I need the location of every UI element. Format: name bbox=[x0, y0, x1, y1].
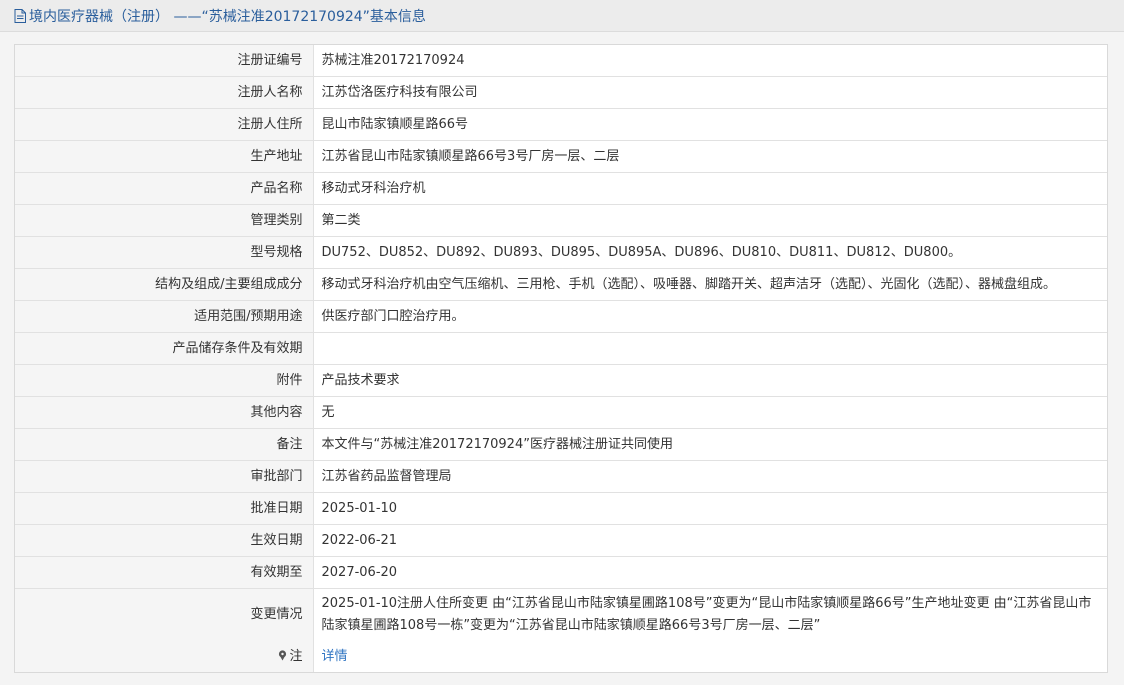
table-row-registrant-address: 注册人住所 昆山市陆家镇顺星路66号 bbox=[15, 108, 1107, 141]
info-table: 注册证编号 苏械注准20172170924 注册人名称 江苏岱洛医疗科技有限公司 注册人… bbox=[15, 45, 1107, 672]
table-row-composition: 结构及组成/主要组成成分 移动式牙科治疗机由空气压缩机、三用枪、手机（选配）、吸唾… bbox=[15, 268, 1107, 301]
details-link[interactable]: 详情 bbox=[322, 649, 348, 664]
field-label: 注册证编号 bbox=[15, 45, 314, 77]
table-row-attachment: 附件 产品技术要求 bbox=[15, 364, 1107, 397]
field-label: 审批部门 bbox=[15, 460, 314, 493]
field-value: 2025-01-10注册人住所变更 由“江苏省昆山市陆家镇星圃路108号”变更为… bbox=[321, 596, 1092, 633]
note-label-cell: 注 bbox=[15, 641, 314, 672]
table-row-approval-dept: 审批部门 江苏省药品监督管理局 bbox=[15, 460, 1107, 493]
field-value: 本文件与“苏械注准20172170924”医疗器械注册证共同使用 bbox=[313, 428, 1107, 461]
field-value bbox=[313, 332, 1107, 365]
field-label: 附件 bbox=[15, 364, 314, 397]
table-row-storage: 产品储存条件及有效期 bbox=[15, 332, 1107, 365]
document-icon bbox=[14, 8, 26, 23]
pin-icon bbox=[279, 649, 287, 660]
field-value: 2025-01-10 bbox=[313, 492, 1107, 525]
field-label: 其他内容 bbox=[15, 396, 314, 429]
note-value-cell: 详情 bbox=[313, 641, 1107, 672]
field-value: 供医疗部门口腔治疗用。 bbox=[313, 300, 1107, 333]
note-label: 注 bbox=[289, 648, 303, 664]
field-label: 型号规格 bbox=[15, 236, 314, 269]
table-row-models: 型号规格 DU752、DU852、DU892、DU893、DU895、DU895A… bbox=[15, 236, 1107, 269]
table-row-changes: 变更情况 2025-01-10注册人住所变更 由“江苏省昆山市陆家镇星圃路108号… bbox=[15, 588, 1107, 641]
field-value: 移动式牙科治疗机 bbox=[313, 172, 1107, 205]
field-value: 昆山市陆家镇顺星路66号 bbox=[313, 108, 1107, 141]
info-panel: 注册证编号 苏械注准20172170924 注册人名称 江苏岱洛医疗科技有限公司 注册人… bbox=[14, 44, 1108, 673]
table-row-other: 其他内容无 bbox=[15, 396, 1107, 429]
field-label: 产品储存条件及有效期 bbox=[15, 332, 314, 365]
field-label: 注册人名称 bbox=[15, 76, 314, 109]
field-value: 苏械注准20172170924 bbox=[313, 45, 1107, 77]
field-value: 第二类 bbox=[313, 204, 1107, 237]
table-row-production-address: 生产地址 江苏省昆山市陆家镇顺星路66号3号厂房一层、二层 bbox=[15, 140, 1107, 173]
table-row-registrant: 注册人名称 江苏岱洛医疗科技有限公司 bbox=[15, 76, 1107, 109]
field-label: 生效日期 bbox=[15, 524, 314, 557]
table-row-approval-date: 批准日期 2025-01-10 bbox=[15, 492, 1107, 525]
field-label: 变更情况 bbox=[15, 588, 314, 641]
field-value: 移动式牙科治疗机由空气压缩机、三用枪、手机（选配）、吸唾器、脚踏开关、超声洁牙（… bbox=[313, 268, 1107, 301]
field-value: DU752、DU852、DU892、DU893、DU895、DU895A、DU8… bbox=[313, 236, 1107, 269]
table-row-scope: 适用范围/预期用途 供医疗部门口腔治疗用。 bbox=[15, 300, 1107, 333]
table-row-category: 管理类别 第二类 bbox=[15, 204, 1107, 237]
field-label: 结构及组成/主要组成成分 bbox=[15, 268, 314, 301]
field-label: 批准日期 bbox=[15, 492, 314, 525]
field-value: 江苏省药品监督管理局 bbox=[313, 460, 1107, 493]
table-row-effective-date: 生效日期 2022-06-21 bbox=[15, 524, 1107, 557]
table-row-reg-no: 注册证编号 苏械注准20172170924 bbox=[15, 45, 1107, 77]
table-row-product-name: 产品名称 移动式牙科治疗机 bbox=[15, 172, 1107, 205]
field-value: 江苏岱洛医疗科技有限公司 bbox=[313, 76, 1107, 109]
field-label: 适用范围/预期用途 bbox=[15, 300, 314, 333]
table-row-remark: 备注 本文件与“苏械注准20172170924”医疗器械注册证共同使用 bbox=[15, 428, 1107, 461]
page-title-bar: 境内医疗器械（注册） ——“苏械注准20172170924”基本信息 bbox=[0, 0, 1124, 32]
table-row-note: 注 详情 bbox=[15, 641, 1107, 672]
table-row-expiry-date: 有效期至 2027-06-20 bbox=[15, 556, 1107, 589]
field-value: 产品技术要求 bbox=[313, 364, 1107, 397]
field-value: 无 bbox=[313, 396, 1107, 429]
field-label: 有效期至 bbox=[15, 556, 314, 589]
field-label: 注册人住所 bbox=[15, 108, 314, 141]
field-label: 备注 bbox=[15, 428, 314, 461]
field-label: 产品名称 bbox=[15, 172, 314, 205]
page-title: 境内医疗器械（注册） ——“苏械注准20172170924”基本信息 bbox=[29, 8, 426, 25]
field-value: 江苏省昆山市陆家镇顺星路66号3号厂房一层、二层 bbox=[313, 140, 1107, 173]
field-label: 管理类别 bbox=[15, 204, 314, 237]
field-value: 2022-06-21 bbox=[313, 524, 1107, 557]
field-value: 2027-06-20 bbox=[313, 556, 1107, 589]
field-label: 生产地址 bbox=[15, 140, 314, 173]
